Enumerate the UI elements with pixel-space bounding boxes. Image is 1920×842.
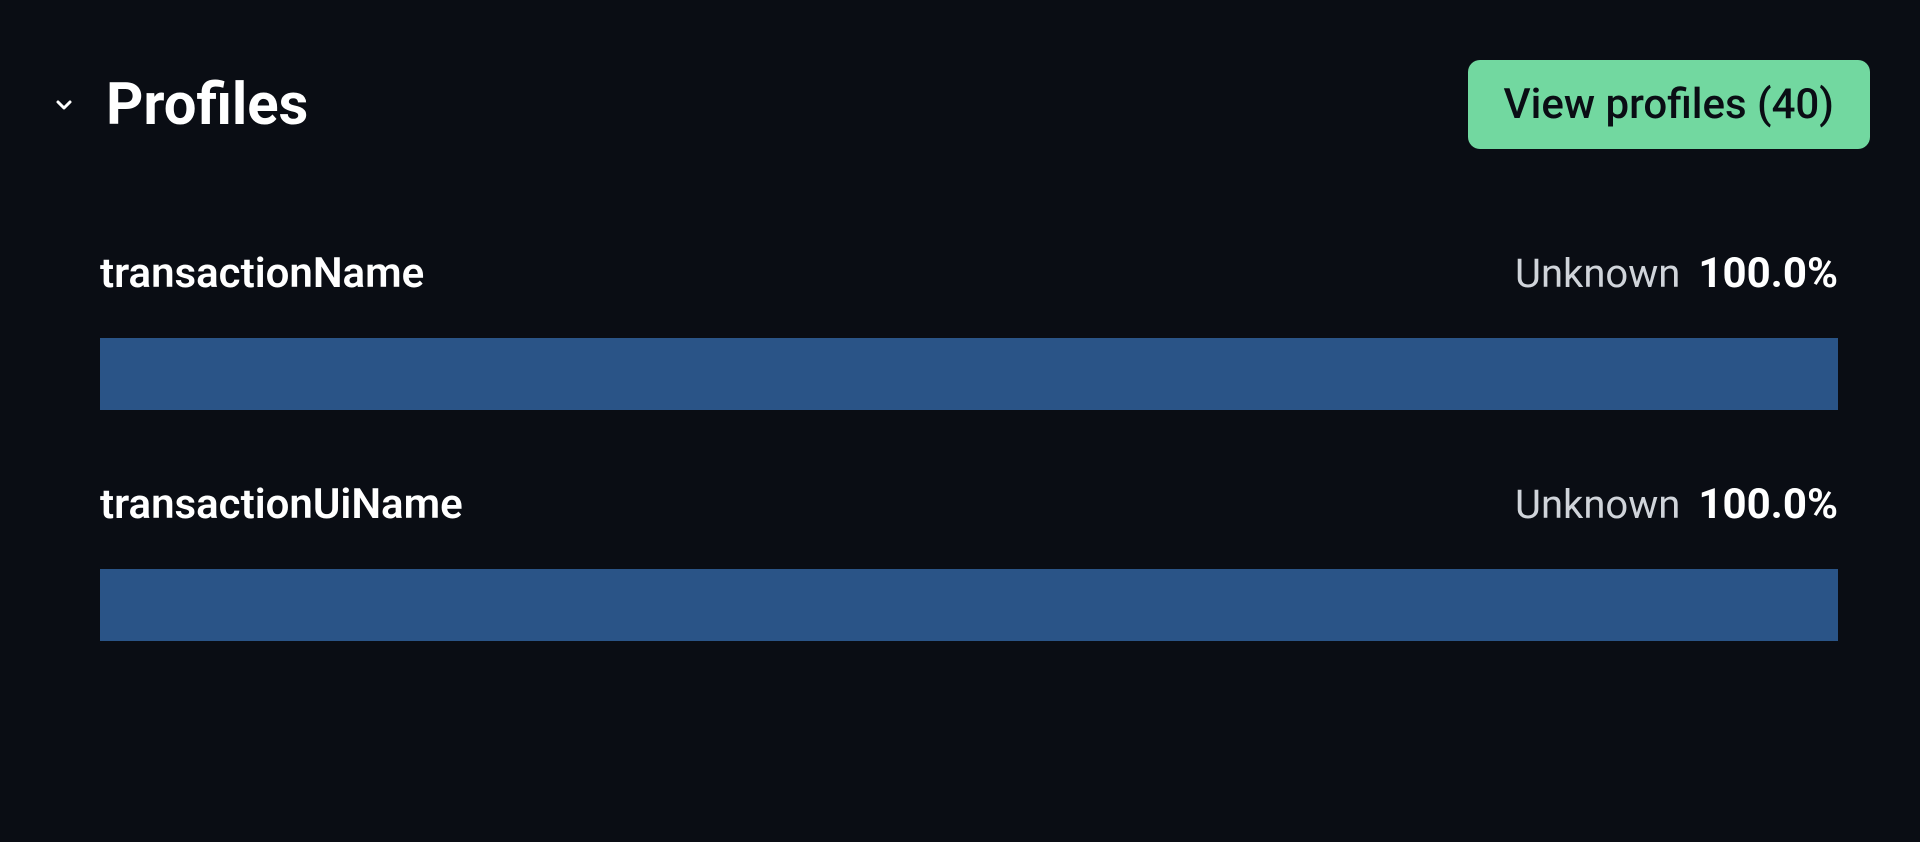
metric-name: transactionUiName <box>100 480 463 529</box>
metric-status: Unknown <box>1515 250 1680 297</box>
metric-status: Unknown <box>1515 481 1680 528</box>
section-header: Profiles View profiles (40) <box>50 60 1870 149</box>
metric-name: transactionName <box>100 249 424 298</box>
metric-row: transactionUiName Unknown 100.0% <box>100 480 1838 641</box>
metric-bar-fill <box>100 338 1838 410</box>
metric-header: transactionName Unknown 100.0% <box>100 249 1838 298</box>
metrics-container: transactionName Unknown 100.0% transacti… <box>50 249 1870 641</box>
metric-percentage: 100.0% <box>1698 249 1838 298</box>
metric-bar-track <box>100 338 1838 410</box>
chevron-down-icon[interactable] <box>50 91 78 119</box>
metric-header: transactionUiName Unknown 100.0% <box>100 480 1838 529</box>
metric-bar-fill <box>100 569 1838 641</box>
metric-percentage: 100.0% <box>1698 480 1838 529</box>
metric-values: Unknown 100.0% <box>1515 249 1838 298</box>
metric-row: transactionName Unknown 100.0% <box>100 249 1838 410</box>
metric-values: Unknown 100.0% <box>1515 480 1838 529</box>
view-profiles-button[interactable]: View profiles (40) <box>1468 60 1870 149</box>
metric-bar-track <box>100 569 1838 641</box>
section-title: Profiles <box>106 71 308 139</box>
header-left: Profiles <box>50 71 308 139</box>
